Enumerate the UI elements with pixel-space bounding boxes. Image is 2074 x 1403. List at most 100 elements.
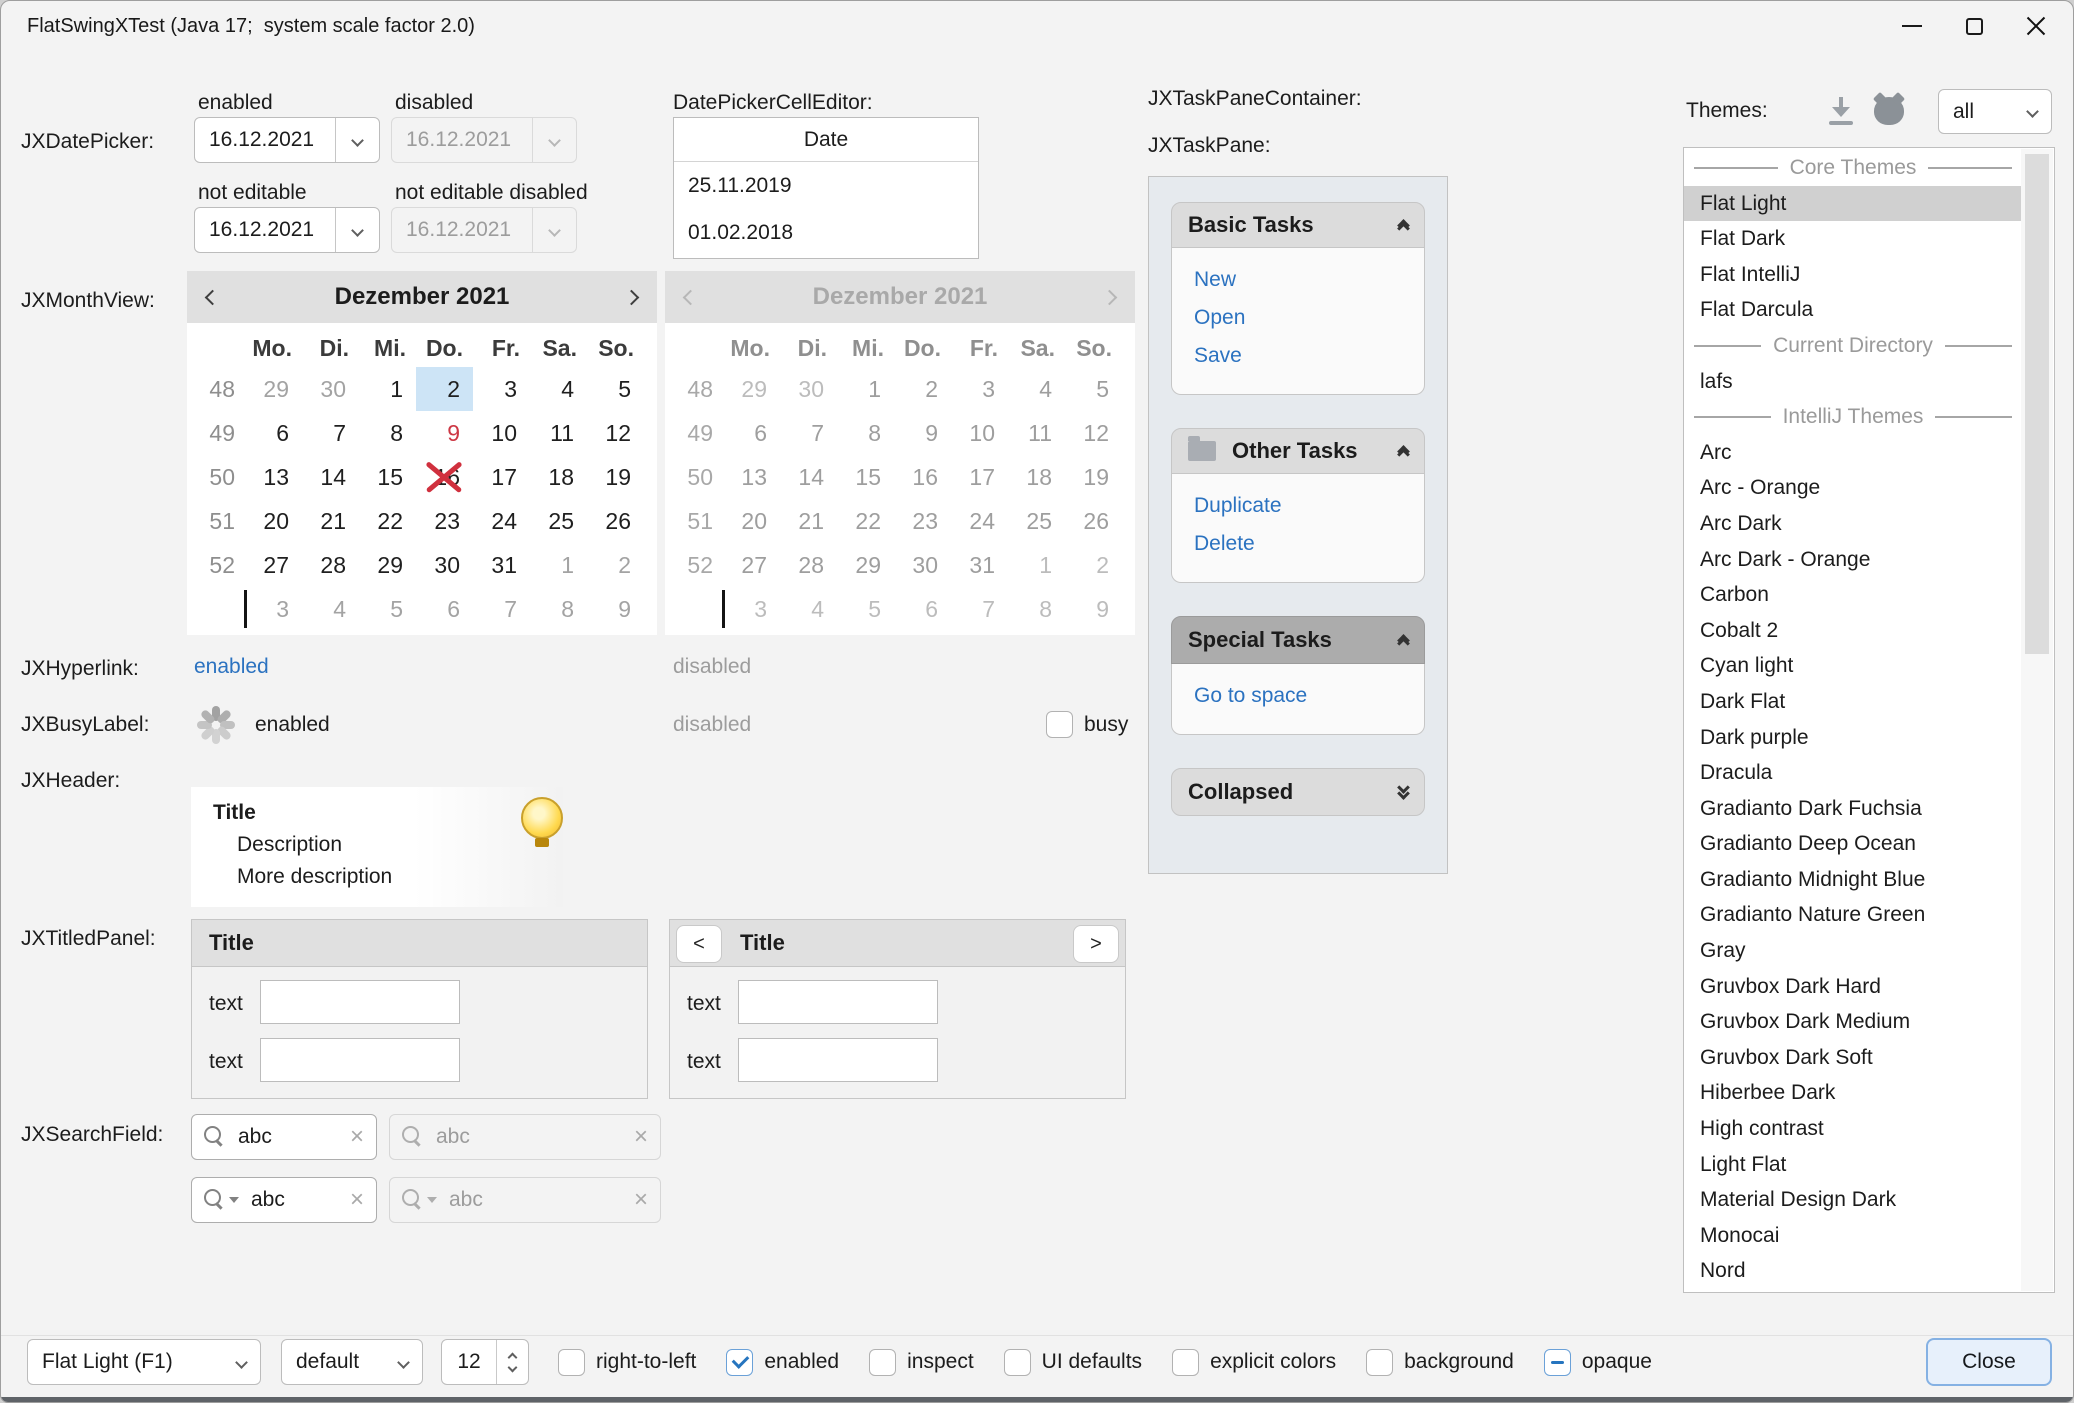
- task-link[interactable]: Save: [1194, 344, 1424, 368]
- search-dropdown-icon[interactable]: [204, 1189, 226, 1211]
- day-cell[interactable]: 4: [302, 587, 359, 631]
- day-cell[interactable]: 1: [530, 543, 587, 587]
- day-cell[interactable]: 11: [530, 411, 587, 455]
- laf-combo[interactable]: Flat Light (F1): [27, 1339, 261, 1385]
- checkbox-box[interactable]: [726, 1349, 753, 1376]
- day-cell[interactable]: 6: [416, 587, 473, 631]
- theme-list-item[interactable]: Flat IntelliJ: [1684, 257, 2022, 293]
- theme-list-item[interactable]: Arc Dark - Orange: [1684, 542, 2022, 578]
- theme-list-item[interactable]: High contrast: [1684, 1111, 2022, 1147]
- theme-list-item[interactable]: lafs: [1684, 364, 2022, 400]
- text-input[interactable]: [738, 1038, 938, 1082]
- themes-filter-combo[interactable]: all: [1938, 89, 2052, 134]
- font-size-value[interactable]: 12: [442, 1340, 496, 1384]
- themes-scrollbar[interactable]: [2021, 149, 2053, 1291]
- theme-list-item[interactable]: Arc - Orange: [1684, 470, 2022, 506]
- themes-list[interactable]: Core ThemesFlat LightFlat DarkFlat Intel…: [1683, 147, 2055, 1293]
- theme-list-item[interactable]: Dracula: [1684, 755, 2022, 791]
- text-input[interactable]: [260, 980, 460, 1024]
- checkbox-explicit-colors[interactable]: explicit colors: [1172, 1349, 1336, 1376]
- checkbox-inspect[interactable]: inspect: [869, 1349, 974, 1376]
- collapse-chevrons-icon[interactable]: [1399, 443, 1408, 459]
- day-cell[interactable]: 20: [245, 499, 302, 543]
- table-row[interactable]: 01.02.2018: [674, 209, 978, 256]
- checkbox-box[interactable]: [1004, 1349, 1031, 1376]
- busy-checkbox[interactable]: [1046, 711, 1073, 738]
- day-cell[interactable]: 14: [302, 455, 359, 499]
- prev-button[interactable]: <: [676, 925, 722, 963]
- day-cell[interactable]: 23: [416, 499, 473, 543]
- table-row[interactable]: 25.11.2019: [674, 162, 978, 209]
- close-window-button[interactable]: [2005, 1, 2067, 51]
- task-link[interactable]: Delete: [1194, 532, 1424, 556]
- theme-list-item[interactable]: Monocai: [1684, 1218, 2022, 1254]
- taskpane-header[interactable]: Other Tasks: [1171, 428, 1425, 474]
- minimize-button[interactable]: [1881, 1, 1943, 51]
- day-cell[interactable]: 1: [359, 367, 416, 411]
- theme-list-item[interactable]: Nord: [1684, 1253, 2022, 1289]
- day-cell[interactable]: 4: [530, 367, 587, 411]
- scrollbar-thumb[interactable]: [2025, 154, 2049, 654]
- day-cell[interactable]: 8: [359, 411, 416, 455]
- day-cell[interactable]: 27: [245, 543, 302, 587]
- next-button[interactable]: >: [1073, 925, 1119, 963]
- theme-list-item[interactable]: Arc: [1684, 435, 2022, 471]
- day-cell[interactable]: 15: [359, 455, 416, 499]
- day-cell[interactable]: 18: [530, 455, 587, 499]
- expand-chevrons-icon[interactable]: [1399, 786, 1408, 798]
- theme-list-item[interactable]: Cobalt 2: [1684, 613, 2022, 649]
- theme-list-item[interactable]: Carbon: [1684, 577, 2022, 613]
- task-link[interactable]: Duplicate: [1194, 494, 1424, 518]
- checkbox-enabled[interactable]: enabled: [726, 1349, 839, 1376]
- theme-list-item[interactable]: Gradianto Nature Green: [1684, 897, 2022, 933]
- github-icon[interactable]: [1873, 95, 1905, 127]
- next-month-button[interactable]: [626, 292, 637, 303]
- theme-list-item[interactable]: Gruvbox Dark Hard: [1684, 969, 2022, 1005]
- theme-list-item[interactable]: Flat Dark: [1684, 221, 2022, 257]
- datepicker-enabled-value[interactable]: 16.12.2021: [195, 118, 335, 162]
- day-cell[interactable]: 3: [245, 587, 302, 631]
- maximize-button[interactable]: [1943, 1, 2005, 51]
- collapse-chevrons-icon[interactable]: [1399, 632, 1408, 648]
- day-cell[interactable]: 29: [245, 367, 302, 411]
- clear-icon[interactable]: ×: [350, 1125, 364, 1149]
- monthview-enabled[interactable]: Dezember 2021Mo.Di.Mi.Do.Fr.Sa.So.482930…: [187, 271, 657, 635]
- theme-list-item[interactable]: Flat Light: [1684, 186, 2022, 222]
- prev-month-button[interactable]: [207, 292, 218, 303]
- search-field-enabled[interactable]: abc ×: [191, 1114, 377, 1160]
- theme-list-item[interactable]: Flat Darcula: [1684, 292, 2022, 328]
- table-column-header[interactable]: Date: [674, 118, 978, 162]
- day-cell[interactable]: 25: [530, 499, 587, 543]
- taskpane-header[interactable]: Basic Tasks: [1171, 202, 1425, 248]
- day-cell[interactable]: 19: [587, 455, 644, 499]
- day-cell[interactable]: 9: [416, 411, 473, 455]
- day-cell[interactable]: 5: [359, 587, 416, 631]
- checkbox-box[interactable]: [1366, 1349, 1393, 1376]
- theme-list-item[interactable]: Arc Dark: [1684, 506, 2022, 542]
- checkbox-box[interactable]: [1544, 1349, 1571, 1376]
- day-cell[interactable]: 30: [416, 543, 473, 587]
- theme-list-item[interactable]: Light Flat: [1684, 1147, 2022, 1183]
- day-cell[interactable]: 26: [587, 499, 644, 543]
- search-field-dropdown-enabled[interactable]: abc ×: [191, 1177, 377, 1223]
- theme-list-item[interactable]: Cyan light: [1684, 648, 2022, 684]
- close-button[interactable]: Close: [1926, 1338, 2052, 1386]
- style-combo[interactable]: default: [281, 1339, 423, 1385]
- day-cell[interactable]: 22: [359, 499, 416, 543]
- day-cell[interactable]: 8: [530, 587, 587, 631]
- search-value[interactable]: abc: [251, 1188, 342, 1212]
- chevron-down-icon[interactable]: [229, 1197, 239, 1203]
- search-value[interactable]: abc: [238, 1125, 342, 1149]
- day-cell[interactable]: 17: [473, 455, 530, 499]
- day-cell[interactable]: 3: [473, 367, 530, 411]
- day-cell[interactable]: 30: [302, 367, 359, 411]
- text-input[interactable]: [260, 1038, 460, 1082]
- taskpane-header[interactable]: Collapsed: [1171, 768, 1425, 816]
- theme-list-item[interactable]: Gradianto Deep Ocean: [1684, 826, 2022, 862]
- day-cell[interactable]: 13: [245, 455, 302, 499]
- day-cell[interactable]: 24: [473, 499, 530, 543]
- checkbox-opaque[interactable]: opaque: [1544, 1349, 1652, 1376]
- hyperlink-enabled[interactable]: enabled: [194, 655, 269, 679]
- chevron-down-icon[interactable]: [335, 118, 379, 162]
- task-link[interactable]: New: [1194, 268, 1424, 292]
